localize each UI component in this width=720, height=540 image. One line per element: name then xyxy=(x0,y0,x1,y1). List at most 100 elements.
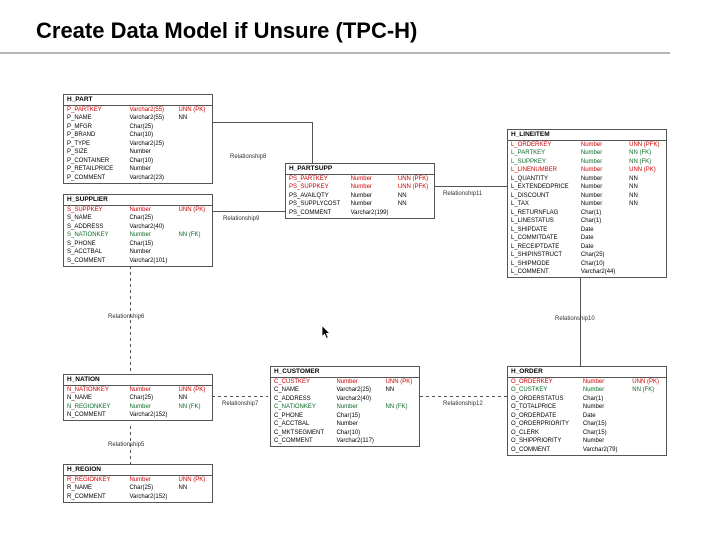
column-row: P_NAMEVarchar2(55)NN xyxy=(64,115,212,124)
rel-label-r11: Relationship11 xyxy=(443,191,482,197)
rel-label-r10: Relationship10 xyxy=(555,316,595,322)
column-row: N_REGIONKEYNumberNN (FK) xyxy=(64,403,212,412)
column-row: PS_SUPPKEYNumberUNN (PFK) xyxy=(286,184,434,193)
column-row: P_MFGRChar(25) xyxy=(64,123,212,132)
column-row: P_RETAILPRICENumber xyxy=(64,166,212,175)
column-row: P_CONTAINERChar(10) xyxy=(64,157,212,166)
column-row: PS_COMMENTVarchar2(199) xyxy=(286,209,434,218)
entity-columns: R_REGIONKEYNumberUNN (PK)R_NAMEChar(25)N… xyxy=(64,476,212,502)
column-row: L_COMMITDATEDate xyxy=(508,235,666,244)
entity-title: H_NATION xyxy=(64,375,212,386)
column-row: L_QUANTITYNumberNN xyxy=(508,175,666,184)
column-row: O_ORDERSTATUSChar(1) xyxy=(508,395,666,404)
column-row: S_NATIONKEYNumberNN (FK) xyxy=(64,232,212,241)
column-row: C_MKTSEGMENTChar(10) xyxy=(271,429,419,438)
column-row: L_SHIPINSTRUCTChar(25) xyxy=(508,252,666,261)
column-row: L_RETURNFLAGChar(1) xyxy=(508,209,666,218)
column-row: L_DISCOUNTNumberNN xyxy=(508,192,666,201)
entity-columns: P_PARTKEYVarchar2(55)UNN (PK)P_NAMEVarch… xyxy=(64,106,212,183)
column-row: P_COMMENTVarchar2(23) xyxy=(64,174,212,183)
entity-columns: L_ORDERKEYNumberUNN (PFK)L_PARTKEYNumber… xyxy=(508,141,666,277)
entity-title: H_ORDER xyxy=(508,367,666,378)
entity-columns: N_NATIONKEYNumberUNN (PK)N_NAMEChar(25)N… xyxy=(64,386,212,420)
connector xyxy=(212,211,285,212)
entity-lineitem[interactable]: H_LINEITEML_ORDERKEYNumberUNN (PFK)L_PAR… xyxy=(507,129,667,278)
column-row: L_TAXNumberNN xyxy=(508,201,666,210)
rel-label-r7: Relationship7 xyxy=(222,401,258,407)
column-row: O_COMMENTVarchar2(79) xyxy=(508,446,666,455)
entity-customer[interactable]: H_CUSTOMERC_CUSTKEYNumberUNN (PK)C_NAMEV… xyxy=(270,366,420,447)
column-row: S_PHONEChar(15) xyxy=(64,240,212,249)
entity-title: H_SUPPLIER xyxy=(64,195,212,206)
column-row: L_EXTENDEDPRICENumberNN xyxy=(508,184,666,193)
rel-label-r9: Relationship9 xyxy=(223,216,259,222)
entity-partsupp[interactable]: H_PARTSUPPPS_PARTKEYNumberUNN (PFK)PS_SU… xyxy=(285,163,435,219)
column-row: PS_SUPPLYCOSTNumberNN xyxy=(286,201,434,210)
column-row: L_ORDERKEYNumberUNN (PFK) xyxy=(508,141,666,150)
column-row: R_COMMENTVarchar2(152) xyxy=(64,493,212,502)
column-row: O_CLERKChar(15) xyxy=(508,429,666,438)
column-row: L_SHIPDATEDate xyxy=(508,226,666,235)
column-row: P_BRANDChar(10) xyxy=(64,132,212,141)
entity-title: H_PARTSUPP xyxy=(286,164,434,175)
column-row: N_COMMENTVarchar2(152) xyxy=(64,412,212,421)
rel-label-r12: Relationship12 xyxy=(443,401,483,407)
entity-region[interactable]: H_REGIONR_REGIONKEYNumberUNN (PK)R_NAMEC… xyxy=(63,464,213,503)
column-row: O_ORDERDATEDate xyxy=(508,412,666,421)
column-row: N_NATIONKEYNumberUNN (PK) xyxy=(64,386,212,395)
page-title: Create Data Model if Unsure (TPC-H) xyxy=(0,0,670,54)
column-row: O_ORDERKEYNumberUNN (PK) xyxy=(508,378,666,387)
column-row: O_ORDERPRIORITYChar(15) xyxy=(508,421,666,430)
rel-label-r5: Relationship5 xyxy=(108,442,144,448)
entity-title: H_PART xyxy=(64,95,212,106)
connector xyxy=(420,396,508,397)
connector xyxy=(580,276,581,371)
column-row: C_CUSTKEYNumberUNN (PK) xyxy=(271,378,419,387)
entity-columns: PS_PARTKEYNumberUNN (PFK)PS_SUPPKEYNumbe… xyxy=(286,175,434,218)
column-row: P_PARTKEYVarchar2(55)UNN (PK) xyxy=(64,106,212,115)
column-row: P_TYPEVarchar2(25) xyxy=(64,140,212,149)
column-row: N_NAMEChar(25)NN xyxy=(64,395,212,404)
entity-columns: O_ORDERKEYNumberUNN (PK)O_CUSTKEYNumberN… xyxy=(508,378,666,455)
column-row: S_ACCTBALNumber xyxy=(64,249,212,258)
column-row: C_NAMEVarchar2(25)NN xyxy=(271,387,419,396)
mouse-cursor-icon xyxy=(322,326,331,339)
column-row: L_LINESTATUSChar(1) xyxy=(508,218,666,227)
entity-title: H_LINEITEM xyxy=(508,130,666,141)
entity-supplier[interactable]: H_SUPPLIERS_SUPPKEYNumberUNN (PK)S_NAMEC… xyxy=(63,194,213,267)
entity-part[interactable]: H_PARTP_PARTKEYVarchar2(55)UNN (PK)P_NAM… xyxy=(63,94,213,184)
column-row: S_NAMEChar(25) xyxy=(64,215,212,224)
entity-columns: C_CUSTKEYNumberUNN (PK)C_NAMEVarchar2(25… xyxy=(271,378,419,446)
column-row: O_TOTALPRICENumber xyxy=(508,404,666,413)
rel-label-r6: Relationship6 xyxy=(108,314,144,320)
column-row: O_CUSTKEYNumberNN (FK) xyxy=(508,387,666,396)
column-row: C_ADDRESSVarchar2(40) xyxy=(271,395,419,404)
column-row: R_NAMEChar(25)NN xyxy=(64,485,212,494)
column-row: O_SHIPPRIORITYNumber xyxy=(508,438,666,447)
column-row: C_ACCTBALNumber xyxy=(271,421,419,430)
column-row: C_COMMENTVarchar2(117) xyxy=(271,438,419,447)
entity-nation[interactable]: H_NATIONN_NATIONKEYNumberUNN (PK)N_NAMEC… xyxy=(63,374,213,421)
connector xyxy=(212,122,312,123)
column-row: S_COMMENTVarchar2(101) xyxy=(64,257,212,266)
column-row: PS_PARTKEYNumberUNN (PFK) xyxy=(286,175,434,184)
column-row: S_SUPPKEYNumberUNN (PK) xyxy=(64,206,212,215)
column-row: R_REGIONKEYNumberUNN (PK) xyxy=(64,476,212,485)
entity-columns: S_SUPPKEYNumberUNN (PK)S_NAMEChar(25)S_A… xyxy=(64,206,212,266)
column-row: L_LINENUMBERNumberUNN (PK) xyxy=(508,167,666,176)
column-row: P_SIZENumber xyxy=(64,149,212,158)
connector xyxy=(432,186,507,187)
diagram-canvas: Relationship8 Relationship9 Relationship… xyxy=(0,66,720,536)
column-row: L_RECEIPTDATEDate xyxy=(508,243,666,252)
rel-label-r8: Relationship8 xyxy=(230,154,266,160)
column-row: S_ADDRESSVarchar2(40) xyxy=(64,223,212,232)
entity-order[interactable]: H_ORDERO_ORDERKEYNumberUNN (PK)O_CUSTKEY… xyxy=(507,366,667,456)
entity-title: H_REGION xyxy=(64,465,212,476)
column-row: C_PHONEChar(15) xyxy=(271,412,419,421)
column-row: L_COMMENTVarchar2(44) xyxy=(508,269,666,278)
column-row: C_NATIONKEYNumberNN (FK) xyxy=(271,404,419,413)
column-row: L_PARTKEYNumberNN (FK) xyxy=(508,150,666,159)
column-row: L_SUPPKEYNumberNN (FK) xyxy=(508,158,666,167)
entity-title: H_CUSTOMER xyxy=(271,367,419,378)
column-row: L_SHIPMODEChar(10) xyxy=(508,260,666,269)
